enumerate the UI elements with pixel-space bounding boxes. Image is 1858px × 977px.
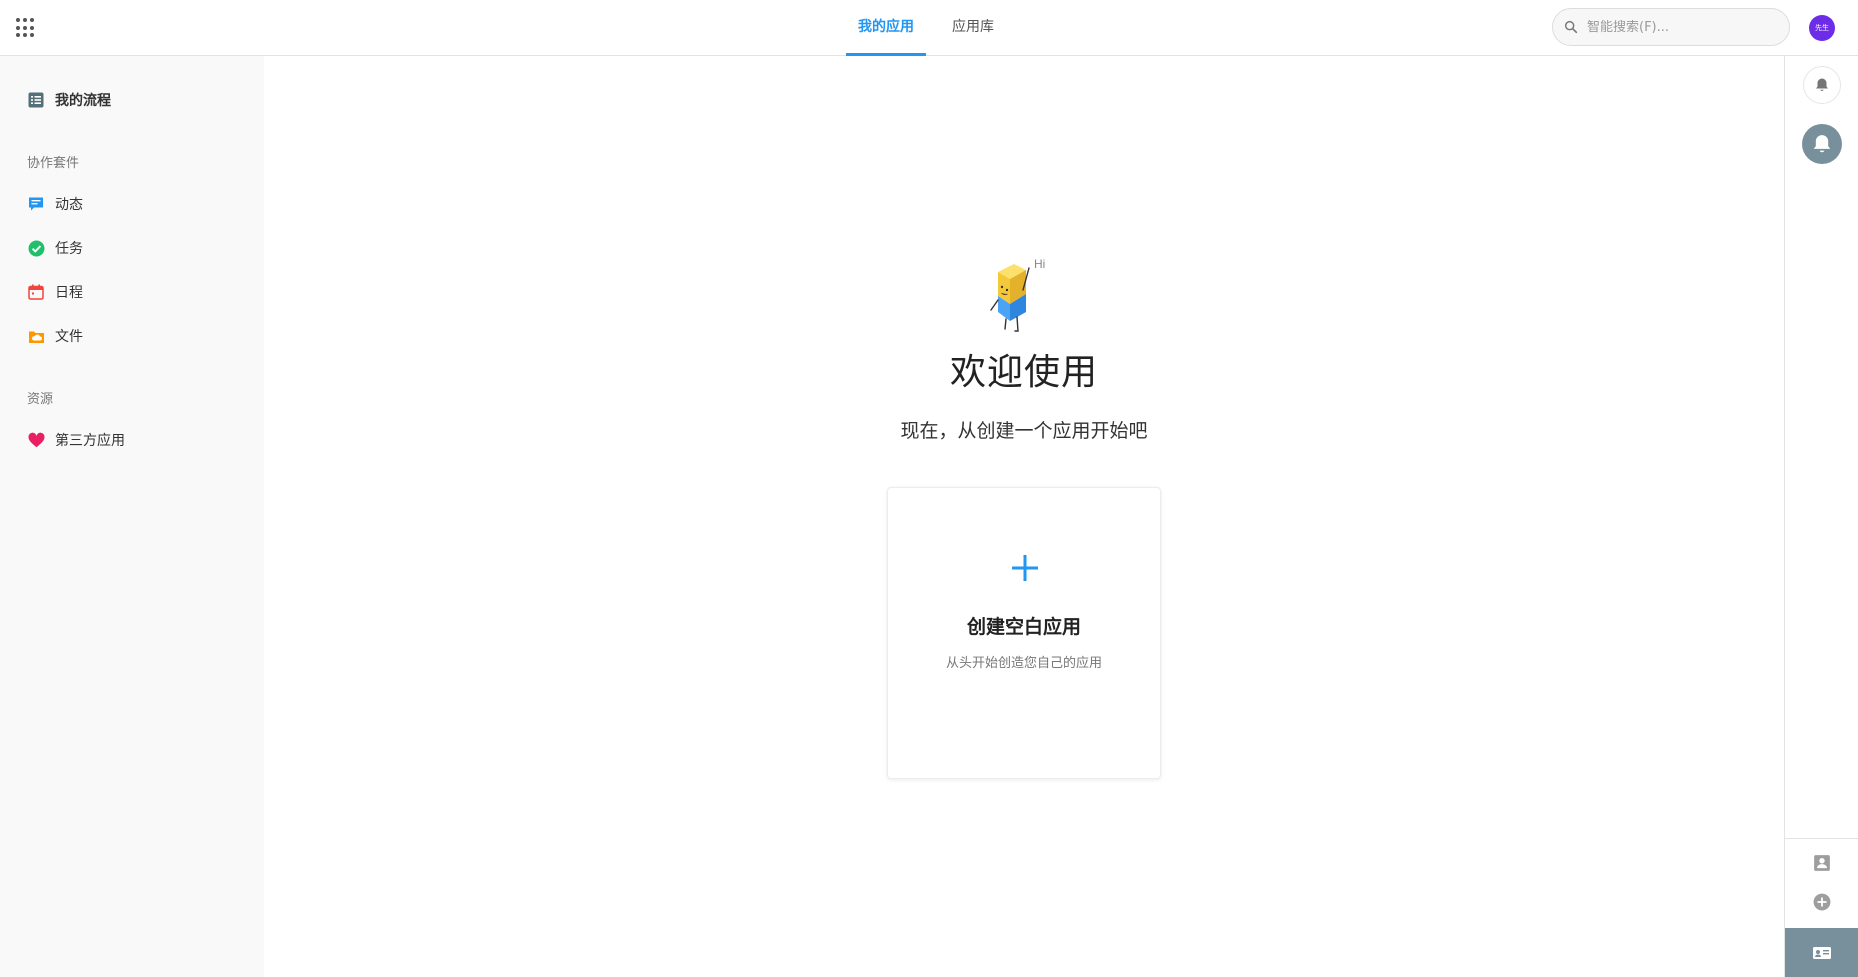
main-content: Hi 欢迎使用 现在，从创建一个应用开始吧 创建空白应用 从头开始创造您自己的应… [264, 56, 1784, 977]
sidebar-item-schedule[interactable]: 日程 [27, 280, 83, 304]
right-toolbar-divider [1785, 838, 1858, 839]
chat-icon [27, 195, 45, 213]
welcome-title: 欢迎使用 [949, 352, 1098, 393]
notification-center-button[interactable] [1802, 124, 1842, 164]
plus-icon [1012, 555, 1038, 581]
mascot-illustration: Hi [990, 257, 1045, 332]
section-resources-heading: 资源 [27, 392, 54, 407]
sidebar-item-label: 文件 [55, 329, 83, 345]
heart-icon [27, 431, 45, 449]
bell-icon [1813, 135, 1831, 153]
app-grid-icon[interactable] [16, 18, 36, 38]
sidebar-item-feed[interactable]: 动态 [27, 192, 83, 216]
sidebar-item-label: 任务 [55, 241, 83, 257]
sidebar-item-label: 第三方应用 [55, 433, 125, 449]
tab-my-apps[interactable]: 我的应用 [846, 0, 926, 56]
add-chat-icon[interactable] [1813, 893, 1831, 911]
bell-icon [1816, 78, 1828, 92]
right-toolbar [1784, 56, 1858, 977]
user-avatar[interactable]: 先生 [1809, 15, 1835, 41]
collapse-panel-button[interactable] [1785, 928, 1858, 977]
create-blank-app-card[interactable]: 创建空白应用 从头开始创造您自己的应用 [887, 487, 1161, 779]
list-icon [27, 91, 45, 109]
contacts-icon[interactable] [1813, 854, 1831, 872]
id-card-icon [1813, 946, 1831, 959]
cloud-folder-icon [27, 327, 45, 345]
search-input[interactable] [1587, 19, 1777, 35]
sidebar-item-files[interactable]: 文件 [27, 324, 83, 348]
card-title: 创建空白应用 [966, 616, 1081, 638]
mascot-greeting: Hi [1034, 257, 1045, 271]
section-collab-heading: 协作套件 [27, 156, 80, 171]
calendar-icon [27, 283, 45, 301]
tab-app-library[interactable]: 应用库 [940, 0, 1006, 56]
sidebar-item-label: 动态 [55, 197, 83, 213]
sidebar-item-tasks[interactable]: 任务 [27, 236, 83, 260]
sidebar: 我的流程 协作套件 动态 任务 日程 文件 资源 第三方应用 [0, 56, 264, 977]
sidebar-item-label: 日程 [55, 285, 83, 301]
sidebar-item-my-process[interactable]: 我的流程 [27, 88, 111, 112]
check-circle-icon [27, 239, 45, 257]
card-description: 从头开始创造您自己的应用 [945, 656, 1102, 671]
search-box[interactable] [1552, 8, 1790, 46]
search-icon [1564, 20, 1578, 34]
sidebar-item-third-party-apps[interactable]: 第三方应用 [27, 428, 125, 452]
notification-button[interactable] [1803, 66, 1841, 104]
welcome-subtitle: 现在，从创建一个应用开始吧 [900, 420, 1148, 442]
sidebar-item-label: 我的流程 [55, 93, 111, 109]
top-bar: 我的应用 应用库 先生 [0, 0, 1858, 56]
main-tabs: 我的应用 应用库 [846, 0, 1020, 56]
